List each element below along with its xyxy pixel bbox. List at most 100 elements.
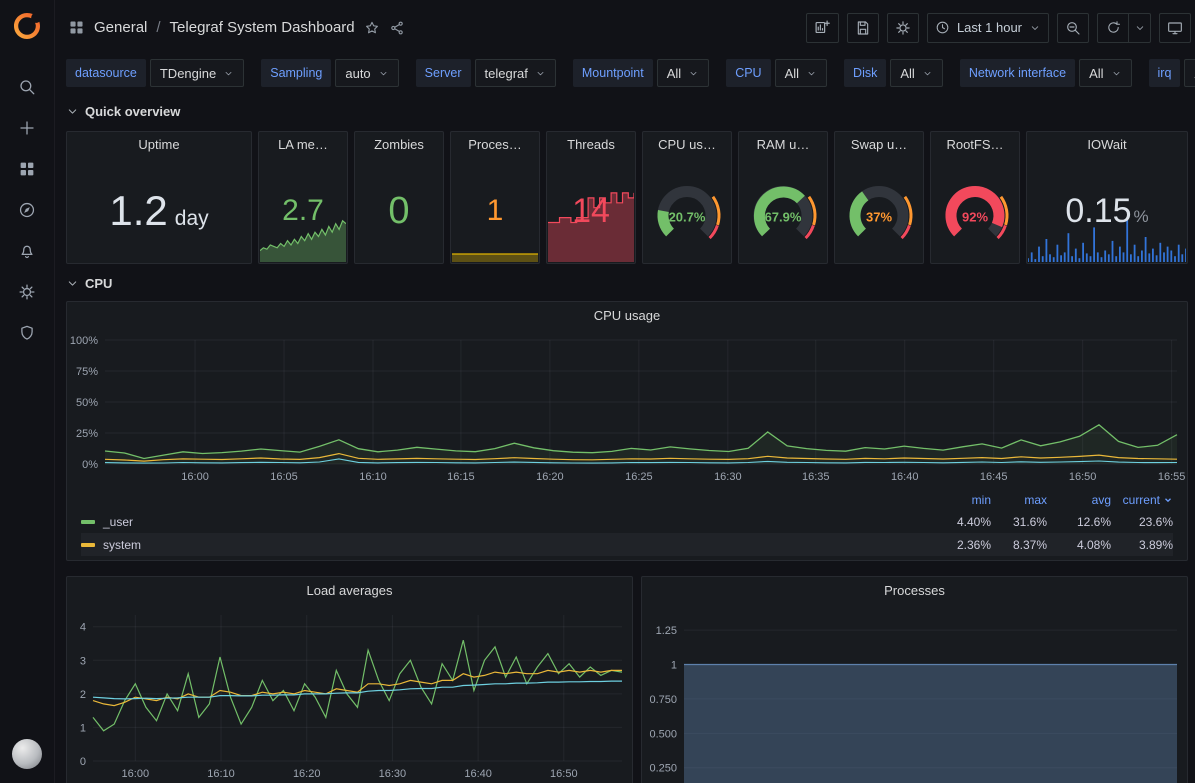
legend-value-avg: 1.19%	[1047, 561, 1111, 563]
quick-overview-panels: Uptime 1.2 day LA me… 2.7 Zombies 0	[66, 131, 1188, 264]
panel-rootfs-gauge: RootFS… 92%	[930, 131, 1020, 264]
panel-title[interactable]: IOWait	[1027, 132, 1187, 158]
panel-swap-usage-gauge: Swap u… 37%	[834, 131, 924, 264]
load-averages-chart[interactable]: 0123416:0016:1016:2016:3016:4016:50	[67, 605, 632, 783]
variable-cpu: CPU All	[726, 59, 827, 87]
panel-title[interactable]: Load averages	[67, 577, 632, 605]
panel-la-medium: LA me… 2.7	[258, 131, 348, 264]
legend-series-label[interactable]: system	[103, 538, 141, 552]
variable-value-dropdown[interactable]: telegraf	[475, 59, 556, 87]
breadcrumb-separator: /	[156, 19, 160, 36]
chevron-down-icon	[1111, 68, 1122, 79]
row-quick-overview[interactable]: Quick overview	[66, 101, 1188, 121]
search-icon[interactable]	[18, 78, 36, 96]
legend-value-max: 31.6%	[991, 515, 1047, 529]
la-value: 2.7	[282, 196, 324, 226]
row-cpu[interactable]: CPU	[66, 273, 1188, 293]
sidebar	[0, 0, 55, 783]
legend-sort-current[interactable]: current	[1111, 493, 1173, 507]
legend-series-label[interactable]: _user	[103, 515, 133, 529]
panel-cpu-usage-gauge: CPU us… 20.7%	[642, 131, 732, 264]
variable-value-dropdown[interactable]: All	[775, 59, 827, 87]
user-avatar[interactable]	[12, 739, 42, 769]
variable-value-dropdown[interactable]: TDengine	[150, 59, 244, 87]
chevron-down-icon	[378, 68, 389, 79]
panel-title[interactable]: LA me…	[259, 132, 347, 158]
explore-compass-icon[interactable]	[18, 201, 36, 219]
alerting-bell-icon[interactable]	[18, 242, 36, 260]
panel-cpu-usage: CPU usage 0%25%50%75%100%16:0016:0516:10…	[66, 301, 1188, 561]
row-title: CPU	[85, 276, 112, 291]
refresh-interval-dropdown[interactable]	[1129, 13, 1151, 43]
series-color-swatch	[81, 520, 95, 524]
processes-value: 1	[487, 196, 504, 226]
svg-text:0.500: 0.500	[649, 728, 677, 740]
variable-server: Server telegraf	[416, 59, 556, 87]
panel-title[interactable]: Processes	[642, 577, 1187, 605]
variable-value-dropdown[interactable]: All	[1079, 59, 1131, 87]
legend-row: iowait 0.626% 4.11% 1.19% 1.24%	[81, 556, 1173, 562]
star-icon[interactable]	[364, 20, 380, 36]
variable-datasource: datasource TDengine	[66, 59, 244, 87]
legend-sort-max[interactable]: max	[991, 493, 1047, 507]
share-icon[interactable]	[389, 20, 405, 36]
threads-value: 14	[572, 194, 610, 228]
svg-text:16:40: 16:40	[464, 768, 492, 780]
svg-text:16:00: 16:00	[122, 768, 150, 780]
breadcrumb-dashboard-title[interactable]: Telegraf System Dashboard	[170, 19, 355, 36]
legend-series-label[interactable]: iowait	[103, 561, 134, 563]
svg-text:16:10: 16:10	[207, 768, 235, 780]
legend-value-current: 1.24%	[1111, 561, 1173, 563]
iowait-value: 0.15 %	[1065, 194, 1148, 228]
server-admin-shield-icon[interactable]	[18, 324, 36, 342]
panel-title[interactable]: CPU usage	[67, 302, 1187, 330]
legend-value-min: 2.36%	[935, 538, 991, 552]
dashboard-settings-button[interactable]	[887, 13, 919, 43]
variable-value-dropdown[interactable]: All	[657, 59, 709, 87]
svg-text:37%: 37%	[866, 210, 892, 225]
legend-row: _user 4.40% 31.6% 12.6% 23.6%	[81, 510, 1173, 533]
save-dashboard-button[interactable]	[847, 13, 879, 43]
variable-value-dropdown[interactable]: All	[1184, 59, 1195, 87]
panel-title[interactable]: CPU us…	[643, 132, 731, 158]
configuration-gear-icon[interactable]	[18, 283, 36, 301]
processes-chart[interactable]: 0.2500.5000.75011.25	[642, 605, 1187, 783]
variable-label: CPU	[726, 59, 770, 87]
svg-text:16:00: 16:00	[181, 471, 209, 483]
add-panel-button[interactable]	[806, 13, 839, 43]
panel-title[interactable]: RootFS…	[931, 132, 1019, 158]
panel-title[interactable]: Swap u…	[835, 132, 923, 158]
svg-text:1.25: 1.25	[656, 625, 677, 637]
breadcrumb-folder[interactable]: General	[94, 19, 147, 36]
grafana-logo-icon[interactable]	[0, 0, 54, 52]
chevron-down-icon	[688, 68, 699, 79]
series-color-swatch	[81, 543, 95, 547]
panel-title[interactable]: Zombies	[355, 132, 443, 158]
legend-sort-avg[interactable]: avg	[1047, 493, 1111, 507]
panel-processes-stat: Proces… 1	[450, 131, 540, 264]
create-plus-icon[interactable]	[18, 119, 36, 137]
legend-row: system 2.36% 8.37% 4.08% 3.89%	[81, 533, 1173, 556]
zoom-out-button[interactable]	[1057, 13, 1089, 43]
variable-label: Disk	[844, 59, 886, 87]
panel-zombies: Zombies 0	[354, 131, 444, 264]
svg-text:4: 4	[80, 622, 86, 634]
cpu-usage-chart[interactable]: 0%25%50%75%100%16:0016:0516:1016:1516:20…	[67, 330, 1187, 488]
svg-text:16:55: 16:55	[1158, 471, 1186, 483]
panel-title[interactable]: Uptime	[67, 132, 251, 158]
variable-value-dropdown[interactable]: All	[890, 59, 942, 87]
variable-value-dropdown[interactable]: auto	[335, 59, 398, 87]
dashboards-grid-icon[interactable]	[18, 160, 36, 178]
refresh-button[interactable]	[1097, 13, 1129, 43]
apps-grid-icon	[68, 19, 85, 36]
legend-sort-min[interactable]: min	[935, 493, 991, 507]
time-range-picker[interactable]: Last 1 hour	[927, 13, 1049, 43]
cycle-view-button[interactable]	[1159, 13, 1191, 43]
panel-title[interactable]: Threads	[547, 132, 635, 158]
svg-text:50%: 50%	[76, 397, 98, 409]
legend-value-max: 8.37%	[991, 538, 1047, 552]
svg-text:16:25: 16:25	[625, 471, 653, 483]
panel-title[interactable]: Proces…	[451, 132, 539, 158]
panel-title[interactable]: RAM u…	[739, 132, 827, 158]
svg-text:0%: 0%	[82, 459, 98, 471]
